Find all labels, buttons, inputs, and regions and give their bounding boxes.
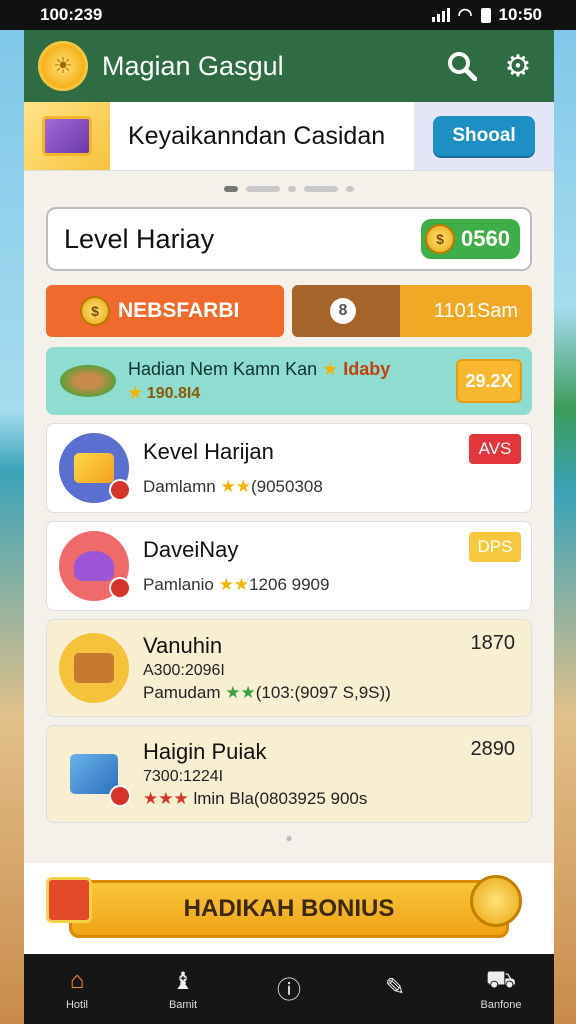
nav-gift-label: Bamit <box>168 999 198 1011</box>
tab-row: $ NEBSFARBI 8 1101Sam <box>46 285 532 337</box>
page-indicator: ● <box>285 831 293 845</box>
bottom-nav: ⌂ Hotil ♝ Bamit ⓘ ✎ ⛟ Banfone <box>24 954 554 1024</box>
item-tag[interactable]: DPS <box>469 532 521 562</box>
stars-icon: ★★★ <box>143 789 189 808</box>
tab-left[interactable]: $ NEBSFARBI <box>46 285 284 337</box>
promo-badge[interactable]: 29.2X <box>456 359 522 403</box>
search-button[interactable] <box>440 44 484 88</box>
tab-right[interactable]: 8 1101Sam <box>292 285 532 337</box>
level-card[interactable]: Level Hariay $ 0560 <box>46 207 532 271</box>
bonus-button[interactable]: HADIKAH BONIUS <box>46 875 522 938</box>
level-title: Level Hariay <box>64 223 215 254</box>
bonus-bar: HADIKAH BONIUS <box>24 863 554 955</box>
background-left <box>0 0 24 1024</box>
item-sub: lmin Bla(0803925 900s <box>193 789 368 808</box>
clock-icon: 8 <box>330 298 356 324</box>
app-window: ☀ Magian Gasgul ⚙ Keyaikanndan Casidan S… <box>24 30 554 955</box>
reward-list: Kevel Harijan Damlamn ★★(9050308 AVS Dav… <box>46 423 532 823</box>
promo-line1: Hadian Nem Kamn Kan <box>128 359 318 379</box>
star-icon: ★ <box>128 385 143 402</box>
background-right <box>552 0 576 1024</box>
item-sub: Pamlanio <box>143 575 214 594</box>
nav-home[interactable]: ⌂ Hotil <box>42 967 112 1011</box>
item-title: Kevel Harijan <box>143 439 274 464</box>
banner-right-panel: Shooal <box>414 102 554 170</box>
item-line2: A300:2096I <box>143 662 225 679</box>
coin-amount: 0560 <box>461 226 510 251</box>
stars-icon: ★★ <box>220 477 251 496</box>
nav-bag-label: Banfone <box>480 999 522 1011</box>
star-icon: ★ <box>322 359 339 379</box>
banner-text: Keyaikanndan Casidan <box>128 121 386 150</box>
daily-promo-card[interactable]: Hadian Nem Kamn Kan ★ Idaby ★ 190.8I4 29… <box>46 347 532 415</box>
promo-line2: 190.8I4 <box>146 385 201 402</box>
item-sub-value: (103:(9097 S,9S)) <box>255 683 391 702</box>
gift-icon: ♝ <box>172 967 194 995</box>
status-time: 100:239 <box>40 5 103 24</box>
bag-icon: ⛟ <box>485 966 517 993</box>
signal-icon <box>431 8 450 22</box>
home-icon: ⌂ <box>69 967 85 994</box>
nav-gift[interactable]: ♝ Bamit <box>148 967 218 1012</box>
info-icon: ⓘ <box>277 976 301 1004</box>
item-number: 1870 <box>470 632 516 654</box>
list-item[interactable]: Vanuhin A300:2096I Pamudam ★★(103:(9097 … <box>46 619 532 717</box>
item-tag[interactable]: AVS <box>469 434 521 464</box>
list-item[interactable]: Kevel Harijan Damlamn ★★(9050308 AVS <box>46 423 532 513</box>
item-sub: Pamudam <box>143 683 221 702</box>
coin-icon: $ <box>425 224 456 254</box>
island-icon <box>60 365 116 397</box>
banner-chest-image <box>24 102 110 170</box>
settings-button[interactable]: ⚙ <box>496 44 540 88</box>
stars-icon: ★★ <box>218 575 250 594</box>
gear-icon: ⚙ <box>504 49 532 83</box>
item-title: Haigin Puiak <box>143 739 267 764</box>
coin-balance[interactable]: $ 0560 <box>421 219 520 259</box>
app-header: ☀ Magian Gasgul ⚙ <box>24 30 554 102</box>
item-number: 2890 <box>470 738 516 760</box>
nav-bag[interactable]: ⛟ Banfone <box>466 966 536 1011</box>
promo-text: Hadian Nem Kamn Kan ★ Idaby ★ 190.8I4 <box>128 359 456 403</box>
status-bar: 100:239 ◠ 10:50 <box>0 0 576 30</box>
item-sub-value: (9050308 <box>250 477 323 496</box>
nav-info[interactable]: ⓘ <box>254 973 324 1005</box>
list-item[interactable]: Haigin Puiak 7300:1224I ★★★ lmin Bla(080… <box>46 725 532 823</box>
carousel-dots <box>24 171 554 207</box>
battery-icon <box>480 7 491 23</box>
coin-icon: $ <box>80 296 110 326</box>
tab-left-label: NEBSFARBI <box>118 299 240 322</box>
item-line2: 7300:1224I <box>143 768 224 785</box>
bonus-label: HADIKAH BONIUS <box>183 895 395 922</box>
potion-icon <box>59 531 131 601</box>
wifi-icon: ◠ <box>457 5 473 24</box>
tab-right-label: 1101Sam <box>433 299 518 322</box>
coin-icon <box>470 875 522 927</box>
shop-button[interactable]: Shooal <box>433 116 535 156</box>
package-icon <box>59 433 131 503</box>
gift-icon <box>46 877 92 923</box>
status-icons: ◠ 10:50 <box>431 5 542 25</box>
edit-icon: ✎ <box>384 973 406 1001</box>
sun-logo-icon: ☀ <box>38 41 88 91</box>
item-title: DaveiNay <box>143 537 239 562</box>
app-title: Magian Gasgul <box>102 50 284 81</box>
nav-home-label: Hotil <box>65 999 88 1011</box>
basket-icon <box>59 633 129 703</box>
crate-icon <box>59 739 131 809</box>
nav-edit[interactable]: ✎ <box>360 973 430 1005</box>
status-right-time: 10:50 <box>498 5 542 24</box>
leaf-icon: ★★ <box>225 683 256 702</box>
item-sub: Damlamn <box>143 477 216 496</box>
list-item[interactable]: DaveiNay Pamlanio ★★1206 9909 DPS <box>46 521 532 611</box>
item-sub-value: 1206 9909 <box>249 575 330 594</box>
item-title: Vanuhin <box>143 633 223 658</box>
promo-line1-highlight: Idaby <box>343 359 391 379</box>
search-icon <box>448 52 477 81</box>
promo-banner[interactable]: Keyaikanndan Casidan Shooal <box>24 102 554 171</box>
